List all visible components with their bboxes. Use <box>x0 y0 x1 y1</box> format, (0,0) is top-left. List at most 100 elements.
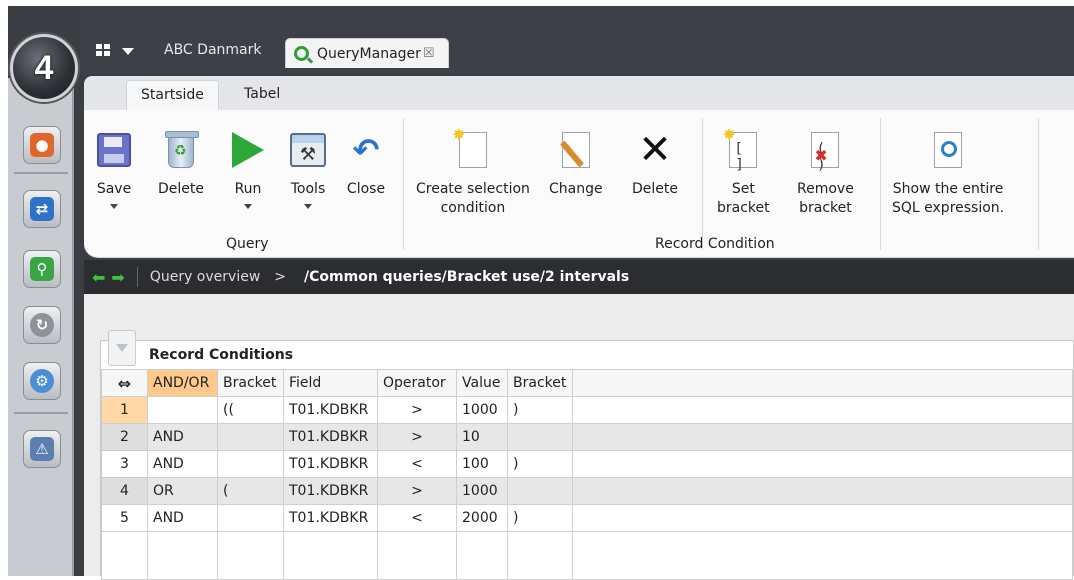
cell-operator[interactable]: > <box>377 396 457 424</box>
change-label: Change <box>549 181 603 197</box>
group-divider <box>880 118 881 250</box>
cell-value[interactable]: 1000 <box>456 477 508 505</box>
filter-button[interactable] <box>108 330 136 366</box>
database-warning-button[interactable]: ⚠ <box>23 430 61 468</box>
group-label-query: Query <box>226 236 269 252</box>
cell-value[interactable]: 1000 <box>456 396 508 424</box>
tab-abc-danmark[interactable]: ABC Danmark <box>164 42 261 58</box>
left-rail: ● ⇄ ⚲ ↻ ⚙ ⚠ <box>8 78 74 576</box>
close-icon[interactable]: ☒ <box>423 46 435 61</box>
cell-field[interactable]: T01.KDBKR <box>283 396 378 424</box>
grid-menu-icon[interactable] <box>96 44 110 56</box>
save-label: Save <box>96 181 132 197</box>
cell-and-or[interactable]: OR <box>147 477 218 505</box>
cell-bracket-close[interactable] <box>507 423 573 451</box>
cell-value[interactable]: 10 <box>456 423 508 451</box>
forward-arrow-icon[interactable]: ➡ <box>111 268 124 287</box>
breadcrumb-current-path: /Common queries/Bracket use/2 intervals <box>304 269 630 285</box>
change-button[interactable]: Change <box>549 130 603 199</box>
tab-tabel[interactable]: Tabel <box>230 80 294 110</box>
row-number[interactable]: 4 <box>101 477 148 505</box>
row-number[interactable]: 3 <box>101 450 148 478</box>
table-row[interactable]: 3 AND T01.KDBKR < 100 ) <box>101 450 1073 478</box>
column-header-value[interactable]: Value <box>456 369 508 397</box>
tools-button[interactable]: ⚒ Tools <box>288 130 328 209</box>
cell-field[interactable]: T01.KDBKR <box>283 423 378 451</box>
chevron-down-icon <box>244 204 252 209</box>
cell-filler <box>572 450 1073 478</box>
breadcrumb-query-overview[interactable]: Query overview <box>150 269 260 285</box>
cell-value[interactable]: 2000 <box>456 504 508 532</box>
run-button[interactable]: Run <box>228 130 268 209</box>
cell-bracket-close[interactable] <box>507 477 573 505</box>
close-button[interactable]: ↶ Close <box>346 130 386 199</box>
tab-startside[interactable]: Startside <box>126 80 219 110</box>
back-arrow-icon[interactable]: ⬅ <box>92 268 105 287</box>
column-header-field[interactable]: Field <box>283 369 378 397</box>
column-header-operator[interactable]: Operator <box>377 369 457 397</box>
cell-bracket-open[interactable] <box>217 423 284 451</box>
record-conditions-table: ⇔ AND/OR Bracket Field Operator Value Br… <box>101 369 1073 580</box>
user-button[interactable]: ● <box>23 126 61 164</box>
undo-icon: ↶ <box>352 131 380 169</box>
group-label-record-condition: Record Condition <box>655 236 775 252</box>
cell-field[interactable]: T01.KDBKR <box>283 450 378 478</box>
show-sql-button[interactable]: Show the entire SQL expression. <box>892 130 1004 218</box>
edit-document-icon <box>556 130 596 170</box>
resize-columns-icon[interactable]: ⇔ <box>101 369 148 397</box>
cell-bracket-close[interactable]: ) <box>507 396 573 424</box>
set-bracket-icon: ✸[ ] <box>722 125 763 173</box>
cell-operator[interactable]: < <box>377 450 457 478</box>
settings-button[interactable]: ⚙ <box>23 362 61 400</box>
delete-condition-button[interactable]: ✕ Delete <box>632 130 678 199</box>
column-header-and-or[interactable]: AND/OR <box>147 369 218 397</box>
create-selection-condition-button[interactable]: ✸ Create selection condition <box>416 125 530 218</box>
cell-bracket-close[interactable]: ) <box>507 450 573 478</box>
column-header-bracket-close[interactable]: Bracket <box>507 369 573 397</box>
play-icon <box>228 130 268 170</box>
remove-bracket-button[interactable]: ( ) ✖ Remove bracket <box>797 130 854 218</box>
transfer-icon: ⇄ <box>30 197 54 221</box>
cell-bracket-open[interactable] <box>217 450 284 478</box>
cell-bracket-open[interactable]: ( <box>217 477 284 505</box>
table-row[interactable]: 5 AND T01.KDBKR < 2000 ) <box>101 504 1073 532</box>
cell-field[interactable]: T01.KDBKR <box>283 504 378 532</box>
transfer-button[interactable]: ⇄ <box>23 190 61 228</box>
cell-operator[interactable]: < <box>377 504 457 532</box>
cell-and-or[interactable]: AND <box>147 423 218 451</box>
app-logo[interactable]: 4 <box>10 34 78 102</box>
cell-filler <box>572 396 1073 424</box>
tab-querymanager[interactable]: QueryManager ☒ <box>285 38 449 68</box>
floppy-icon <box>94 130 134 170</box>
row-number[interactable]: 5 <box>101 504 148 532</box>
cell-value[interactable]: 100 <box>456 450 508 478</box>
breadcrumb-divider <box>136 267 138 287</box>
run-label: Run <box>234 181 262 197</box>
set-bracket-button[interactable]: ✸[ ] Set bracket <box>717 125 770 218</box>
chevron-down-icon[interactable] <box>122 48 134 55</box>
query-button[interactable]: ⚲ <box>23 250 61 288</box>
sync-button[interactable]: ↻ <box>23 306 61 344</box>
save-button[interactable]: Save <box>94 130 134 209</box>
cell-bracket-open[interactable]: (( <box>217 396 284 424</box>
table-row[interactable]: 2 AND T01.KDBKR > 10 <box>101 423 1073 451</box>
delete-query-button[interactable]: Delete <box>158 130 204 199</box>
column-header-bracket-open[interactable]: Bracket <box>217 369 284 397</box>
cell-filler <box>572 477 1073 505</box>
table-row[interactable]: 4 OR ( T01.KDBKR > 1000 <box>101 477 1073 505</box>
row-number[interactable]: 2 <box>101 423 148 451</box>
table-row[interactable]: 1 (( T01.KDBKR > 1000 ) <box>101 396 1073 424</box>
cell-field[interactable]: T01.KDBKR <box>283 477 378 505</box>
top-bar: ABC Danmark QueryManager ☒ <box>80 6 1074 74</box>
cell-and-or[interactable]: AND <box>147 450 218 478</box>
cell-operator[interactable]: > <box>377 423 457 451</box>
cell-and-or[interactable] <box>147 396 218 424</box>
cell-bracket-close[interactable]: ) <box>507 504 573 532</box>
cell-operator[interactable]: > <box>377 477 457 505</box>
ribbon: Save Delete Run ⚒ Tools ↶ Close Query ✸ … <box>84 110 1074 258</box>
cell-and-or[interactable]: AND <box>147 504 218 532</box>
rail-divider <box>14 412 68 414</box>
row-number[interactable]: 1 <box>101 396 148 424</box>
trash-icon <box>161 130 201 170</box>
cell-bracket-open[interactable] <box>217 504 284 532</box>
